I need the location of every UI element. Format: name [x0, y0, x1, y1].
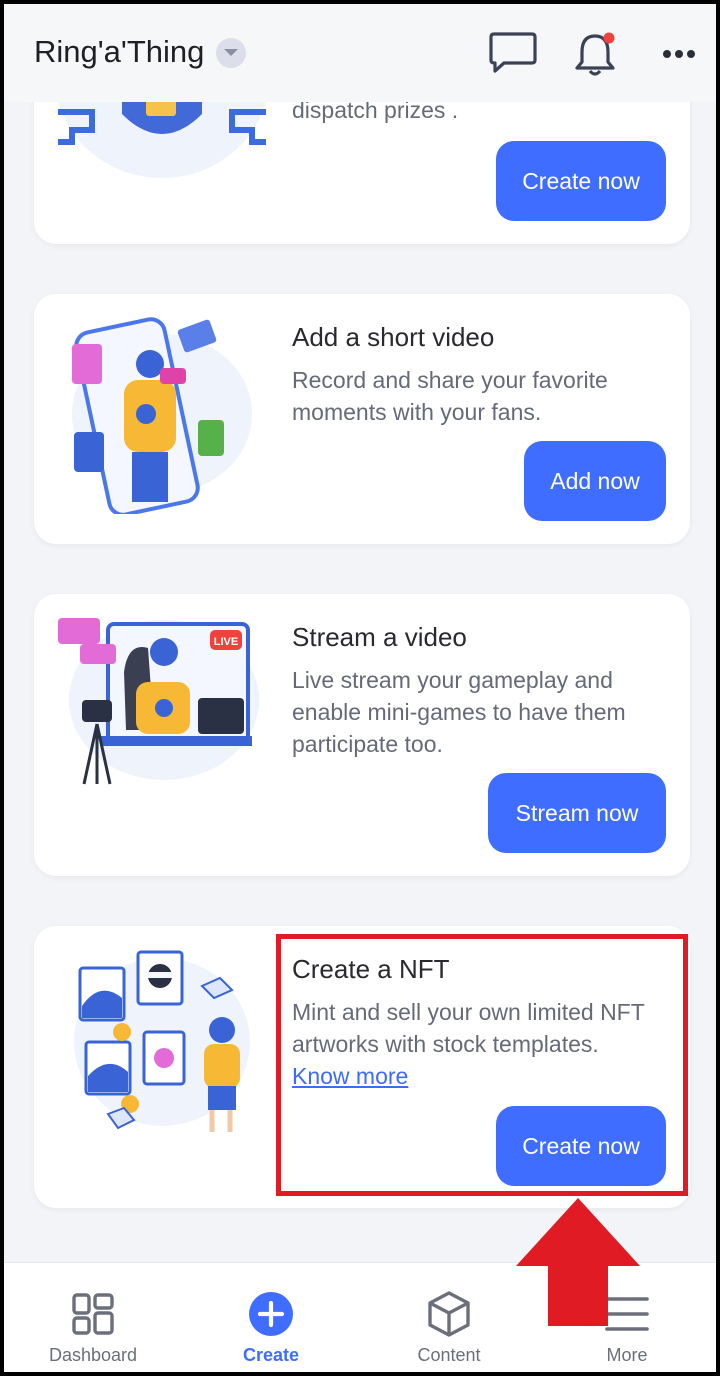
nav-label: Create: [242, 1345, 300, 1365]
cube-icon: [428, 1291, 470, 1337]
card-title: Stream a video: [292, 622, 467, 652]
create-card-stream: LIVE Stream a video Live stream your gam…: [34, 594, 690, 876]
nav-item-dashboard[interactable]: Dashboard: [4, 1263, 182, 1372]
card-title: Add a short video: [292, 322, 495, 352]
bell-icon[interactable]: [570, 30, 620, 80]
top-app-bar: Ring'a'Thing: [4, 4, 716, 102]
plus-circle-icon: [249, 1292, 293, 1336]
stream-now-button[interactable]: Stream now: [488, 773, 666, 853]
add-now-button[interactable]: Add now: [524, 441, 666, 521]
dashboard-icon: [72, 1293, 114, 1335]
chat-icon[interactable]: [488, 30, 538, 76]
create-card-short-video: Add a short video Record and share your …: [34, 294, 690, 544]
app-screen: Ring'a'Thing dispatch prizes . Create no…: [0, 0, 720, 1376]
stream-illustration: LIVE: [58, 618, 259, 785]
create-now-button[interactable]: Create now: [496, 141, 666, 221]
nft-illustration: [74, 950, 250, 1132]
nav-label: Content: [417, 1345, 481, 1365]
more-icon[interactable]: [662, 48, 696, 60]
svg-text:LIVE: LIVE: [214, 636, 238, 648]
arrow-up-icon: [516, 1198, 640, 1326]
chevron-down-icon[interactable]: [216, 38, 246, 68]
nav-item-create[interactable]: Create: [182, 1263, 360, 1372]
app-title[interactable]: Ring'a'Thing: [34, 34, 204, 70]
card-description: Live stream your gameplay and enable min…: [292, 667, 626, 757]
card-description: Record and share your favorite moments w…: [292, 367, 608, 425]
nav-label: Dashboard: [48, 1345, 138, 1365]
nav-item-content[interactable]: Content: [360, 1263, 538, 1372]
nav-label: More: [606, 1345, 648, 1365]
short-video-illustration: [72, 317, 252, 514]
highlight-box: [276, 934, 688, 1196]
